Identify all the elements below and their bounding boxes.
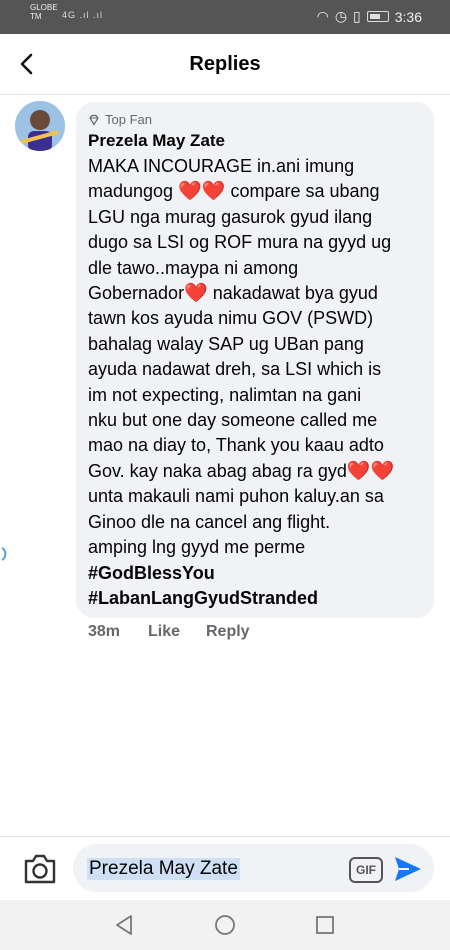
heart-emoji: ❤️❤️ xyxy=(346,460,395,482)
nav-back-icon[interactable] xyxy=(113,913,137,937)
reply-button[interactable]: Reply xyxy=(206,623,250,641)
gif-button[interactable]: GIF xyxy=(349,857,383,883)
comment-line: dugo sa LSI og ROF mura na gyyd ug xyxy=(88,232,392,253)
comment-timestamp: 38m xyxy=(88,623,121,640)
heart-emoji: ❤️❤️ xyxy=(178,181,226,203)
comment-line: mao na diay to, Thank you kaau adto xyxy=(88,435,384,456)
comment-line: unta makauli nami puhon kaluy.an sa xyxy=(88,486,384,507)
system-nav-bar xyxy=(0,900,450,950)
comment-line: LGU nga murag gasurok gyud ilang xyxy=(88,206,373,227)
camera-icon[interactable] xyxy=(22,852,58,886)
comment-line: tawn kos ayuda nimu GOV (PSWD) xyxy=(88,308,374,329)
badge-label: Top Fan xyxy=(105,112,152,127)
comment-line: Gobernador❤️ nakadawat bya gyud xyxy=(88,283,378,305)
comment-bubble: Top Fan Prezela May Zate MAKA INCOURAGE … xyxy=(76,102,434,618)
reply-input-value[interactable]: Prezela May Zate xyxy=(87,858,240,880)
like-button[interactable]: Like xyxy=(148,623,180,641)
avatar[interactable] xyxy=(15,101,65,151)
comment-line: MAKA INCOURAGE in.ani imung xyxy=(88,156,355,176)
heart-emoji: ❤️ xyxy=(184,283,208,305)
reply-composer: Prezela May Zate GIF xyxy=(0,836,450,901)
comment-line: im not expecting, nalimtan na gani xyxy=(88,384,362,405)
clock-time: 3:36 xyxy=(394,8,422,25)
vibrate-icon: ▯ xyxy=(353,8,361,24)
comment-author[interactable]: Prezela May Zate xyxy=(88,131,225,151)
hashtag-link[interactable]: #GodBlessYou xyxy=(88,561,432,586)
hashtag-link[interactable]: #LabanLangGyudStranded xyxy=(88,586,432,611)
send-icon[interactable] xyxy=(393,855,423,883)
comment-line: amping lng gyyd me perme xyxy=(88,537,306,558)
replies-header: Replies xyxy=(0,34,450,95)
status-icons: ◠ ◷ ▯ 3:36 xyxy=(317,8,422,25)
profile-photo xyxy=(15,101,65,151)
nav-home-icon[interactable] xyxy=(213,913,237,937)
diamond-icon xyxy=(89,114,99,126)
status-bar: GLOBE TM 4G .ıl .ıl ◠ ◷ ▯ 3:36 xyxy=(0,0,450,34)
signal-icon: 4G .ıl .ıl xyxy=(62,10,104,20)
comment-text: MAKA INCOURAGE in.ani imung madungog ❤️❤… xyxy=(88,154,432,611)
reply-input[interactable]: Prezela May Zate GIF xyxy=(73,844,434,892)
edge-handle-icon xyxy=(1,547,7,561)
battery-icon xyxy=(366,11,389,22)
page-title: Replies xyxy=(189,53,261,75)
comment-line: bahalag walay SAP ug UBan pang xyxy=(88,333,364,354)
comment-line: Gov. kay naka abag abag ra gyd❤️❤️ xyxy=(88,460,395,482)
headphones-icon: ◠ xyxy=(316,8,329,24)
carrier-label: GLOBE TM xyxy=(30,3,58,21)
comment-line: ayuda nadawat dreh, sa LSI which is xyxy=(88,359,382,380)
nav-recents-icon[interactable] xyxy=(313,913,337,937)
comment-line: nku but one day someone called me xyxy=(88,410,378,431)
top-fan-badge: Top Fan xyxy=(88,112,152,127)
comment-line: madungog ❤️❤️ compare sa ubang xyxy=(88,181,380,203)
alarm-icon: ◷ xyxy=(334,8,348,24)
comment-line: Ginoo dle na cancel ang flight. xyxy=(88,511,331,532)
comment-line: dle tawo..maypa ni among xyxy=(88,257,299,278)
